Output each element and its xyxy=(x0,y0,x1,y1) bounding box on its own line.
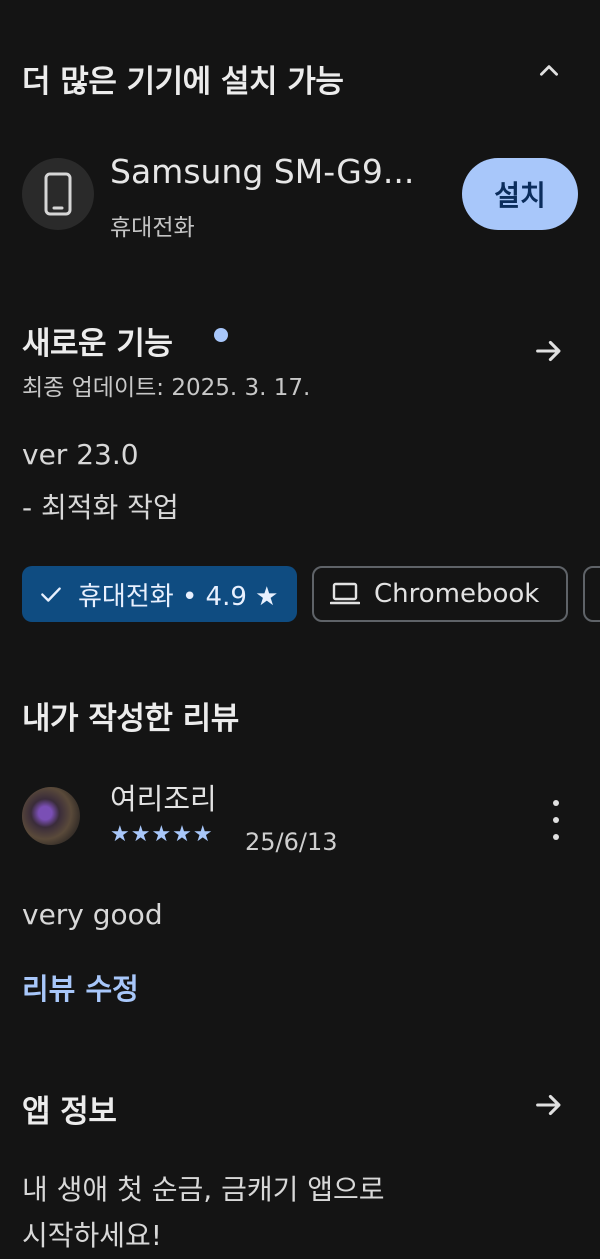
device-type: 휴대전화 xyxy=(110,215,195,241)
version-text: ver 23.0 xyxy=(22,438,139,471)
app-info-title: 앱 정보 xyxy=(22,1094,117,1130)
more-options-icon[interactable] xyxy=(544,800,568,840)
chip-phone-label: 휴대전화 • 4.9 ★ xyxy=(78,581,279,612)
star-rating: ★★★★★ xyxy=(110,822,214,847)
check-icon xyxy=(38,581,64,607)
review-date: 25/6/13 xyxy=(245,828,338,856)
last-updated: 최종 업데이트: 2025. 3. 17. xyxy=(22,375,311,401)
chip-next-partial[interactable] xyxy=(583,566,600,622)
whats-new-title: 새로운 기능 xyxy=(22,326,173,362)
chip-phone[interactable]: 휴대전화 • 4.9 ★ xyxy=(22,566,297,622)
update-note: - 최적화 작업 xyxy=(22,491,179,524)
chevron-up-icon[interactable] xyxy=(536,58,562,91)
device-name: Samsung SM-G9... xyxy=(110,152,415,191)
chip-chromebook-label: Chromebook xyxy=(374,579,540,609)
review-text: very good xyxy=(22,898,163,931)
review-author: 여리조리 xyxy=(110,782,217,816)
new-indicator-dot xyxy=(214,328,228,342)
app-description-line2: 시작하세요! xyxy=(22,1219,163,1252)
install-button[interactable]: 설치 xyxy=(462,158,578,230)
whats-new-arrow-icon[interactable] xyxy=(532,334,566,377)
my-review-title: 내가 작성한 리뷰 xyxy=(22,701,239,737)
install-section-title: 더 많은 기기에 설치 가능 xyxy=(22,64,344,100)
laptop-icon xyxy=(330,581,360,607)
edit-review-link[interactable]: 리뷰 수정 xyxy=(22,966,139,1008)
chip-chromebook[interactable]: Chromebook xyxy=(312,566,568,622)
app-description-line1: 내 생애 첫 순금, 금캐기 앱으로 xyxy=(22,1173,385,1206)
avatar xyxy=(22,787,80,845)
phone-icon xyxy=(22,158,94,230)
app-info-arrow-icon[interactable] xyxy=(532,1088,566,1131)
